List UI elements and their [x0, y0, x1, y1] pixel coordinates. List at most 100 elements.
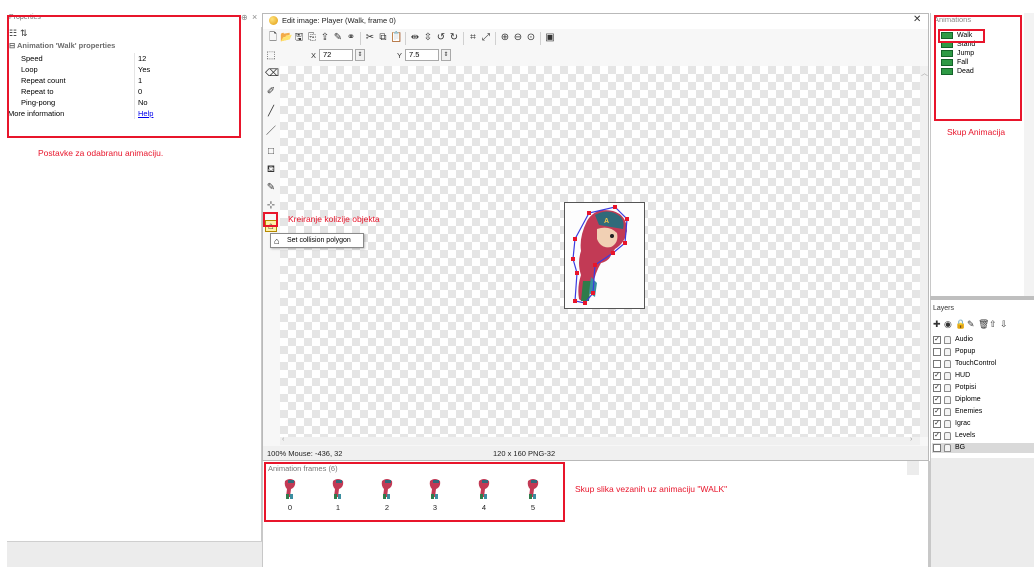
- layer-visibility-checkbox[interactable]: ✓: [933, 420, 941, 428]
- layer-row[interactable]: ✓ Enemies: [932, 407, 1034, 417]
- lock-icon[interactable]: [944, 420, 951, 428]
- toolbar-separator: [463, 32, 464, 45]
- resize-icon[interactable]: ⤢: [480, 32, 492, 44]
- editor-toolbar: 🗋 📂 🖫 ⎘ ⇪ ✎ ⚭ ✂ ⧉ 📋 ⇹ ⇳ ↺ ↻ ⌗ ⤢ ⊕ ⊖ ⊙ ▣: [263, 29, 928, 48]
- editor-status-bar: 100% Mouse: -436, 32 120 x 160 PNG-32: [263, 446, 928, 460]
- lock-icon[interactable]: [944, 444, 951, 452]
- layer-row[interactable]: ✓ Diplome: [932, 395, 1034, 405]
- copy-icon[interactable]: ⧉: [377, 32, 389, 44]
- link-icon[interactable]: ⚭: [345, 32, 357, 44]
- layer-row[interactable]: ✓ Levels: [932, 431, 1034, 441]
- save-icon[interactable]: 🖫: [293, 32, 305, 44]
- lock-icon[interactable]: [944, 432, 951, 440]
- tooltip-text: Set collision polygon: [287, 237, 351, 244]
- image-properties-icon[interactable]: ▣: [544, 32, 556, 44]
- collision-tool-highlight-box: [263, 212, 278, 227]
- lock-icon[interactable]: [944, 336, 951, 344]
- flip-vertical-icon[interactable]: ⇳: [422, 32, 434, 44]
- layer-visibility-checkbox[interactable]: ✓: [933, 396, 941, 404]
- fill-icon[interactable]: ⛾: [265, 164, 277, 176]
- layer-visibility-checkbox[interactable]: [933, 360, 941, 368]
- x-input[interactable]: 72: [319, 49, 353, 61]
- y-label: Y: [397, 51, 403, 60]
- external-edit-icon[interactable]: ✎: [332, 32, 344, 44]
- move-up-icon[interactable]: ⇧: [989, 319, 997, 330]
- lock-icon[interactable]: 🔒: [955, 319, 966, 330]
- app-icon: [269, 16, 278, 25]
- rotate-left-icon[interactable]: ↺: [435, 32, 447, 44]
- frames-highlight-box: [264, 462, 565, 522]
- layer-row[interactable]: ✓ HUD: [932, 371, 1034, 381]
- layer-visibility-checkbox[interactable]: [933, 348, 941, 356]
- layer-row[interactable]: ✓ Igrac: [932, 419, 1034, 429]
- layer-row[interactable]: ✓ Potpisi: [932, 383, 1034, 393]
- lock-icon[interactable]: [944, 360, 951, 368]
- pin-icon[interactable]: ⊕: [241, 13, 248, 22]
- select-icon[interactable]: ⬚: [265, 50, 277, 62]
- export-icon[interactable]: ⇪: [319, 32, 331, 44]
- editor-titlebar: Edit image: Player (Walk, frame 0) ✕: [263, 14, 928, 29]
- lock-icon[interactable]: [944, 348, 951, 356]
- zoom-out-icon[interactable]: ⊖: [512, 32, 524, 44]
- visibility-icon[interactable]: ◉: [944, 319, 952, 330]
- properties-close-button[interactable]: ×: [252, 12, 257, 22]
- frames-scrollbar[interactable]: [907, 461, 919, 475]
- layer-visibility-checkbox[interactable]: ✓: [933, 408, 941, 416]
- layer-row[interactable]: ✓ Audio: [932, 335, 1034, 345]
- svg-text:A: A: [604, 218, 609, 225]
- toolbar-separator: [360, 32, 361, 45]
- layer-visibility-checkbox[interactable]: ✓: [933, 372, 941, 380]
- rectangle-icon[interactable]: □: [265, 146, 277, 158]
- open-icon[interactable]: 📂: [280, 32, 292, 44]
- import-icon[interactable]: ⎘: [306, 32, 318, 44]
- lock-icon[interactable]: [944, 372, 951, 380]
- pencil-icon[interactable]: ╱: [265, 106, 277, 118]
- crop-icon[interactable]: ⌗: [467, 32, 479, 44]
- collision-tooltip: ⌂ Set collision polygon: [270, 233, 364, 248]
- paste-icon[interactable]: 📋: [390, 32, 402, 44]
- zoom-actual-icon[interactable]: ⊙: [525, 32, 537, 44]
- delete-layer-icon[interactable]: 🗑: [978, 319, 989, 330]
- new-image-icon[interactable]: 🗋: [267, 32, 279, 44]
- properties-annotation: Postavke za odabranu animaciju.: [38, 148, 164, 158]
- flip-horizontal-icon[interactable]: ⇹: [409, 32, 421, 44]
- editor-close-button[interactable]: ✕: [913, 14, 921, 25]
- player-sprite: A: [571, 205, 629, 305]
- sprite-image[interactable]: A: [564, 202, 645, 309]
- image-size-status: 120 x 160 PNG-32: [493, 449, 556, 458]
- x-spinner[interactable]: ⇕: [355, 49, 365, 61]
- layer-row[interactable]: Popup: [932, 347, 1034, 357]
- cut-icon[interactable]: ✂: [364, 32, 376, 44]
- line-icon[interactable]: ／: [265, 126, 277, 138]
- color-picker-icon[interactable]: ✎: [265, 182, 277, 194]
- hotspot-icon[interactable]: ⊹: [265, 200, 277, 212]
- brush-icon[interactable]: ✐: [265, 86, 277, 98]
- layer-row[interactable]: TouchControl: [932, 359, 1034, 369]
- y-input[interactable]: 7.5: [405, 49, 439, 61]
- edit-layer-icon[interactable]: ✎: [967, 319, 975, 330]
- layer-visibility-checkbox[interactable]: ✓: [933, 384, 941, 392]
- eraser-icon[interactable]: ⌫: [265, 68, 279, 80]
- layers-panel: Layers ✚ ◉ 🔒 ✎ 🗑 ⇧ ⇩ ✓ Audio Popup TouchC…: [930, 300, 1034, 567]
- animations-annotation: Skup Animacija: [947, 127, 1006, 137]
- layer-visibility-checkbox[interactable]: ✓: [933, 432, 941, 440]
- properties-highlight-box: [7, 15, 241, 138]
- lock-icon[interactable]: [944, 408, 951, 416]
- horizontal-scrollbar[interactable]: ‹ ›: [280, 436, 920, 445]
- layer-visibility-checkbox[interactable]: ✓: [933, 336, 941, 344]
- add-layer-icon[interactable]: ✚: [933, 319, 941, 330]
- rotate-right-icon[interactable]: ↻: [448, 32, 460, 44]
- frames-annotation: Skup slika vezanih uz animaciju "WALK": [575, 484, 728, 494]
- walk-highlight-box: [938, 29, 985, 43]
- properties-description-area: [7, 541, 262, 567]
- layer-row[interactable]: BG: [932, 443, 1034, 453]
- mouse-position-status: 100% Mouse: -436, 32: [267, 449, 343, 458]
- zoom-in-icon[interactable]: ⊕: [499, 32, 511, 44]
- vertical-scrollbar[interactable]: ︿: [920, 66, 928, 437]
- lock-icon[interactable]: [944, 384, 951, 392]
- y-spinner[interactable]: ⇕: [441, 49, 451, 61]
- move-down-icon[interactable]: ⇩: [1000, 319, 1008, 330]
- lock-icon[interactable]: [944, 396, 951, 404]
- layer-visibility-checkbox[interactable]: [933, 444, 941, 452]
- animations-scrollbar[interactable]: [1024, 13, 1034, 296]
